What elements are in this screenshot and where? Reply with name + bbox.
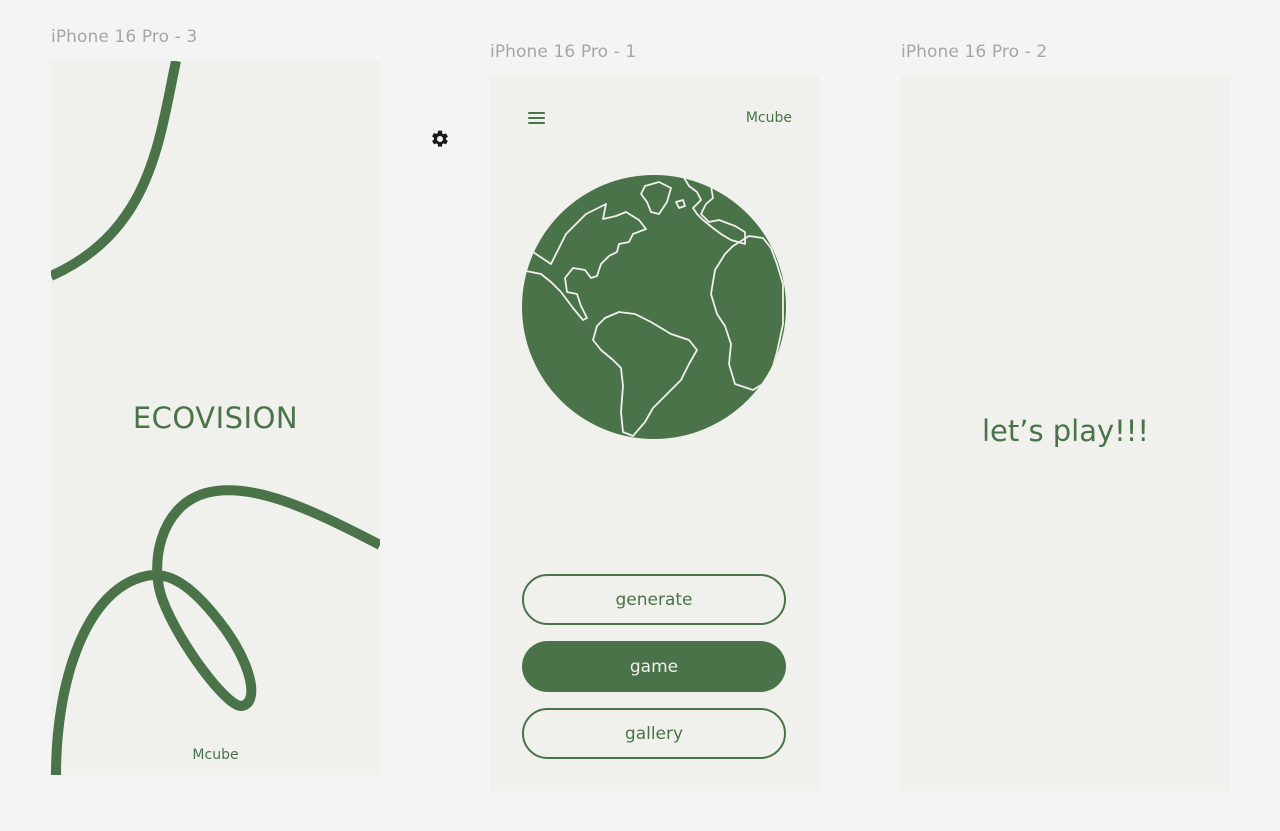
frame-label-iphone-1[interactable]: iPhone 16 Pro - 1 xyxy=(490,42,636,62)
globe-icon xyxy=(522,175,786,439)
home-screen-frame[interactable]: Mcube generate game gallery xyxy=(490,76,819,791)
frame-label-iphone-2[interactable]: iPhone 16 Pro - 2 xyxy=(901,42,1047,62)
game-screen-frame[interactable]: let’s play!!! xyxy=(901,76,1230,791)
frame-label-iphone-3[interactable]: iPhone 16 Pro - 3 xyxy=(51,27,197,47)
splash-screen-frame[interactable]: ECOVISION Mcube xyxy=(51,61,380,775)
gear-icon[interactable] xyxy=(430,129,450,149)
brand-label: Mcube xyxy=(192,747,239,763)
game-button[interactable]: game xyxy=(522,641,786,692)
app-title: ECOVISION xyxy=(132,401,299,435)
gallery-button[interactable]: gallery xyxy=(522,708,786,759)
game-title: let’s play!!! xyxy=(981,414,1150,448)
hamburger-menu-icon[interactable] xyxy=(528,112,545,126)
brand-label: Mcube xyxy=(745,110,792,126)
generate-button[interactable]: generate xyxy=(522,574,786,625)
